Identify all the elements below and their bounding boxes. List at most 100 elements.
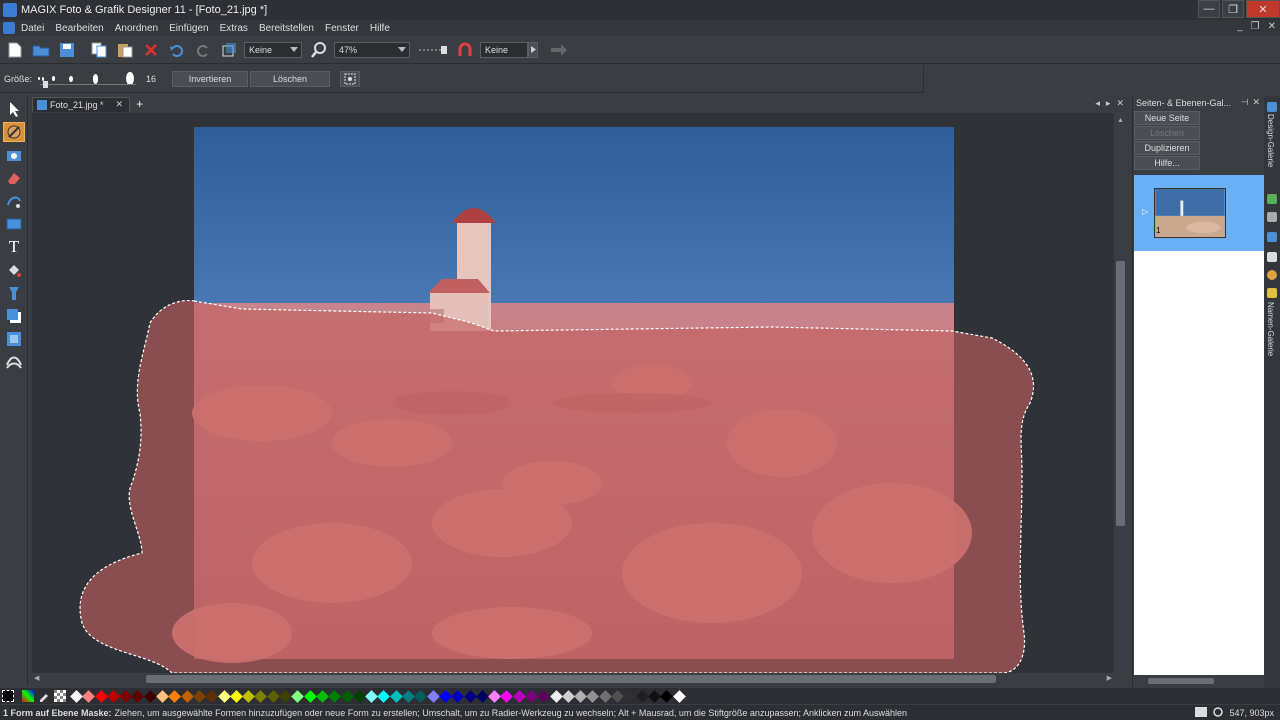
vertical-scrollbar[interactable]: ▲ bbox=[1114, 113, 1128, 673]
mdi-close-icon[interactable]: ✕ bbox=[1268, 21, 1276, 32]
zoom-icon[interactable] bbox=[308, 39, 330, 61]
eraser-tool-icon[interactable] bbox=[3, 168, 25, 188]
magnet-icon[interactable] bbox=[454, 39, 476, 61]
color-swatch[interactable] bbox=[328, 689, 342, 703]
fill-gallery-icon[interactable] bbox=[1267, 232, 1277, 242]
invert-button[interactable]: Invertieren bbox=[172, 70, 249, 87]
menu-anordnen[interactable]: Anordnen bbox=[115, 23, 158, 34]
color-swatch[interactable] bbox=[94, 689, 108, 703]
brush-size-slider[interactable] bbox=[38, 69, 142, 89]
doc-close-icon[interactable]: ✕ bbox=[1116, 98, 1124, 109]
document-tab[interactable]: Foto_21.jpg * ✕ bbox=[32, 96, 131, 112]
text-tool-icon[interactable]: T bbox=[3, 237, 25, 257]
scroll-right-icon[interactable]: ▶ bbox=[1107, 674, 1112, 682]
eyedropper-icon[interactable] bbox=[38, 690, 50, 702]
scroll-up-icon[interactable]: ▲ bbox=[1117, 117, 1124, 124]
menu-datei[interactable]: Datei bbox=[21, 23, 44, 34]
menu-bereitstellen[interactable]: Bereitstellen bbox=[259, 23, 314, 34]
color-swatch[interactable] bbox=[82, 689, 96, 703]
transparent-swatch[interactable] bbox=[54, 690, 66, 702]
fill-tool-icon[interactable] bbox=[3, 260, 25, 280]
copy-icon[interactable] bbox=[88, 39, 110, 61]
color-swatch[interactable] bbox=[635, 689, 649, 703]
undo-icon[interactable] bbox=[166, 39, 188, 61]
design-gallery-icon[interactable] bbox=[1267, 102, 1277, 112]
color-swatch[interactable] bbox=[291, 689, 305, 703]
rectangle-tool-icon[interactable] bbox=[3, 214, 25, 234]
help-button[interactable]: Hilfe... bbox=[1134, 156, 1200, 170]
minimize-button[interactable]: — bbox=[1198, 0, 1220, 18]
fill-combo[interactable]: Keine bbox=[244, 41, 302, 58]
color-swatch[interactable] bbox=[451, 689, 465, 703]
status-snap-icon[interactable] bbox=[1195, 707, 1208, 719]
menu-einfuegen[interactable]: Einfügen bbox=[169, 23, 208, 34]
color-swatch[interactable] bbox=[623, 689, 637, 703]
line-width-icon[interactable] bbox=[416, 39, 450, 61]
names-gallery-icon[interactable] bbox=[1267, 288, 1277, 298]
color-swatch[interactable] bbox=[168, 689, 182, 703]
redo-icon[interactable] bbox=[192, 39, 214, 61]
new-page-button[interactable]: Neue Seite bbox=[1134, 111, 1200, 125]
names-gallery-tab[interactable]: Namen-Galerie bbox=[1266, 302, 1275, 356]
color-swatch[interactable] bbox=[303, 689, 317, 703]
arrow-right-icon[interactable] bbox=[548, 39, 570, 61]
photo-tool-icon[interactable] bbox=[3, 145, 25, 165]
transparency-tool-icon[interactable] bbox=[3, 283, 25, 303]
horizontal-scrollbar[interactable]: ◀ ▶ bbox=[32, 673, 1114, 685]
close-button[interactable]: ✕ bbox=[1246, 0, 1280, 18]
slider-handle[interactable] bbox=[43, 80, 49, 88]
open-folder-icon[interactable] bbox=[30, 39, 52, 61]
panel-scroll-thumb[interactable] bbox=[1148, 678, 1214, 684]
color-gallery-icon[interactable] bbox=[1267, 270, 1277, 280]
color-swatch[interactable] bbox=[537, 689, 551, 703]
status-refresh-icon[interactable] bbox=[1213, 707, 1224, 719]
bevel-tool-icon[interactable] bbox=[3, 329, 25, 349]
color-swatch[interactable] bbox=[254, 689, 268, 703]
color-swatch[interactable] bbox=[180, 689, 194, 703]
menu-extras[interactable]: Extras bbox=[220, 23, 248, 34]
menu-bearbeiten[interactable]: Bearbeiten bbox=[55, 23, 103, 34]
freehand-tool-icon[interactable] bbox=[3, 191, 25, 211]
horizontal-scroll-thumb[interactable] bbox=[146, 675, 996, 683]
mask-shape[interactable] bbox=[79, 299, 1035, 673]
maximize-button[interactable]: ❐ bbox=[1222, 0, 1244, 18]
color-swatch[interactable] bbox=[217, 689, 231, 703]
add-tab-icon[interactable]: + bbox=[136, 97, 143, 111]
bitmap-gallery-icon[interactable] bbox=[1267, 194, 1277, 204]
line-combo[interactable]: Keine bbox=[480, 41, 528, 58]
mould-tool-icon[interactable] bbox=[3, 352, 25, 372]
tab-scroll-right-icon[interactable]: ▸ bbox=[1106, 98, 1111, 109]
transform-icon[interactable] bbox=[218, 39, 240, 61]
tab-scroll-left-icon[interactable]: ◂ bbox=[1095, 98, 1100, 109]
color-swatch[interactable] bbox=[340, 689, 354, 703]
pin-icon[interactable]: ⊣ bbox=[1241, 97, 1249, 108]
color-swatch[interactable] bbox=[205, 689, 219, 703]
menu-hilfe[interactable]: Hilfe bbox=[370, 23, 390, 34]
color-swatch[interactable] bbox=[500, 689, 514, 703]
font-gallery-icon[interactable] bbox=[1267, 252, 1277, 262]
shadow-tool-icon[interactable] bbox=[3, 306, 25, 326]
panel-close-icon[interactable]: ✕ bbox=[1252, 97, 1260, 108]
new-file-icon[interactable] bbox=[4, 39, 26, 61]
delete-icon[interactable] bbox=[140, 39, 162, 61]
save-icon[interactable] bbox=[56, 39, 78, 61]
pointer-tool-icon[interactable] bbox=[3, 99, 25, 119]
color-swatch[interactable] bbox=[586, 689, 600, 703]
canvas-area[interactable] bbox=[32, 113, 1114, 673]
duplicate-page-button[interactable]: Duplizieren bbox=[1134, 141, 1200, 155]
page-thumbnail[interactable] bbox=[1154, 188, 1226, 238]
document-menu-icon[interactable] bbox=[3, 22, 15, 34]
design-gallery-tab[interactable]: Design-Galerie bbox=[1266, 114, 1275, 167]
color-swatch[interactable] bbox=[660, 689, 674, 703]
panel-scrollbar[interactable] bbox=[1134, 676, 1264, 686]
mask-brush-tool-icon[interactable] bbox=[3, 122, 25, 142]
page-item-selected[interactable]: ▷ 1 bbox=[1134, 175, 1264, 251]
color-swatch[interactable] bbox=[549, 689, 563, 703]
color-swatch[interactable] bbox=[377, 689, 391, 703]
tab-close-icon[interactable]: ✕ bbox=[116, 99, 124, 110]
expand-icon[interactable]: ▷ bbox=[1142, 207, 1148, 216]
selection-mode-icon[interactable] bbox=[340, 70, 361, 87]
vertical-scroll-thumb[interactable] bbox=[1116, 261, 1125, 526]
paste-icon[interactable] bbox=[114, 39, 136, 61]
color-swatch[interactable] bbox=[672, 689, 686, 703]
